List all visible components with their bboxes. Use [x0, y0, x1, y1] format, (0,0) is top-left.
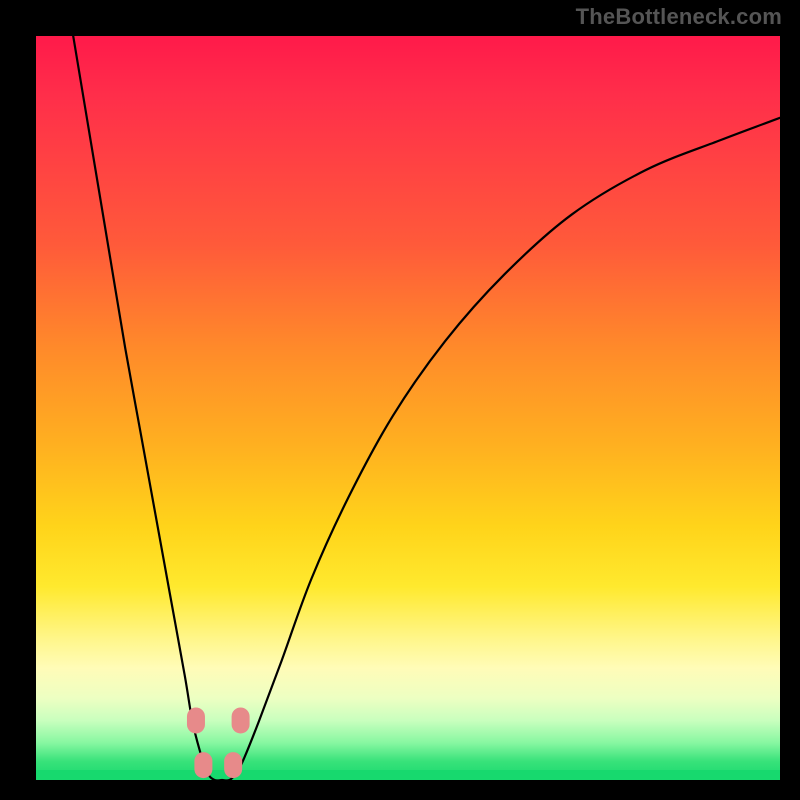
curve-svg [36, 36, 780, 780]
watermark-text: TheBottleneck.com [576, 4, 782, 30]
curve-marker-0 [187, 707, 205, 733]
plot-area [36, 36, 780, 780]
curve-marker-1 [194, 752, 212, 778]
curve-marker-2 [224, 752, 242, 778]
bottleneck-curve-path [73, 36, 780, 780]
curve-marker-3 [232, 707, 250, 733]
curve-markers [187, 707, 250, 778]
